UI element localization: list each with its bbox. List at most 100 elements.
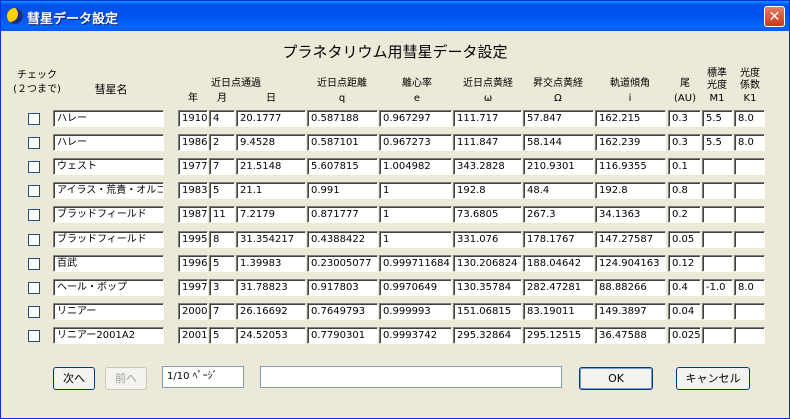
e-field[interactable]: 1 <box>379 206 452 224</box>
q-field[interactable]: 0.7649793 <box>307 302 378 320</box>
comet-name-field[interactable]: ブラッドフィールド <box>53 230 164 248</box>
comet-name-field[interactable]: ハレー <box>53 134 164 152</box>
tail-field[interactable]: 0.04 <box>668 302 701 320</box>
year-field[interactable]: 1977 <box>178 158 208 176</box>
node-field[interactable]: 282.47281 <box>523 278 594 296</box>
inclination-field[interactable]: 192.8 <box>595 182 666 200</box>
month-field[interactable]: 7 <box>209 302 235 320</box>
year-field[interactable]: 1997 <box>178 278 208 296</box>
tail-field[interactable]: 0.2 <box>668 206 701 224</box>
tail-field[interactable]: 0.025 <box>668 326 701 344</box>
node-field[interactable]: 210.9301 <box>523 158 594 176</box>
month-field[interactable]: 5 <box>209 254 235 272</box>
k1-field[interactable]: 8.0 <box>734 134 765 152</box>
select-checkbox[interactable] <box>28 185 40 198</box>
k1-field[interactable] <box>734 254 765 272</box>
m1-field[interactable]: 5.5 <box>702 110 733 127</box>
comet-name-field[interactable]: リニアー2001A2 <box>53 326 164 344</box>
e-field[interactable]: 1.004982 <box>379 158 452 176</box>
tail-field[interactable]: 0.05 <box>668 230 701 248</box>
select-checkbox[interactable] <box>28 137 40 150</box>
omega-field[interactable]: 295.32864 <box>453 326 522 344</box>
m1-field[interactable] <box>702 158 733 176</box>
comet-name-field[interactable]: ウェスト <box>53 158 164 176</box>
node-field[interactable]: 57.847 <box>523 110 594 127</box>
select-checkbox[interactable] <box>28 281 40 294</box>
comet-name-field[interactable]: ブラッドフィールド <box>53 206 164 224</box>
select-checkbox[interactable] <box>28 329 40 342</box>
e-field[interactable]: 0.9993742 <box>379 326 452 344</box>
m1-field[interactable] <box>702 206 733 224</box>
tail-field[interactable]: 0.3 <box>668 110 701 127</box>
day-field[interactable]: 31.78823 <box>236 278 306 296</box>
day-field[interactable]: 20.1777 <box>236 110 306 127</box>
comet-name-field[interactable]: ヘール・ボップ <box>53 278 164 296</box>
tail-field[interactable]: 0.4 <box>668 278 701 296</box>
e-field[interactable]: 0.999711684 <box>379 254 452 272</box>
inclination-field[interactable]: 147.27587 <box>595 230 666 248</box>
e-field[interactable]: 0.967297 <box>379 110 452 127</box>
day-field[interactable]: 21.1 <box>236 182 306 200</box>
comet-name-field[interactable]: 百武 <box>53 254 164 272</box>
node-field[interactable]: 295.12515 <box>523 326 594 344</box>
month-field[interactable]: 8 <box>209 230 235 248</box>
omega-field[interactable]: 130.206824 <box>453 254 522 272</box>
inclination-field[interactable]: 88.88266 <box>595 278 666 296</box>
tail-field[interactable]: 0.1 <box>668 158 701 176</box>
m1-field[interactable]: -1.0 <box>702 278 733 296</box>
select-checkbox[interactable] <box>28 305 40 318</box>
year-field[interactable]: 1910 <box>178 110 208 127</box>
inclination-field[interactable]: 162.239 <box>595 134 666 152</box>
day-field[interactable]: 21.5148 <box>236 158 306 176</box>
close-button[interactable]: ✕ <box>764 6 785 27</box>
select-checkbox[interactable] <box>28 209 40 222</box>
k1-field[interactable] <box>734 302 765 320</box>
comet-name-field[interactable]: リニアー <box>53 302 164 320</box>
q-field[interactable]: 0.23005077 <box>307 254 378 272</box>
day-field[interactable]: 26.16692 <box>236 302 306 320</box>
inclination-field[interactable]: 34.1363 <box>595 206 666 224</box>
tail-field[interactable]: 0.8 <box>668 182 701 200</box>
m1-field[interactable] <box>702 302 733 320</box>
q-field[interactable]: 0.917803 <box>307 278 378 296</box>
omega-field[interactable]: 192.8 <box>453 182 522 200</box>
select-checkbox[interactable] <box>28 113 40 125</box>
q-field[interactable]: 0.7790301 <box>307 326 378 344</box>
select-checkbox[interactable] <box>28 233 40 246</box>
m1-field[interactable] <box>702 326 733 344</box>
ok-button[interactable]: OK <box>579 367 653 390</box>
m1-field[interactable]: 5.5 <box>702 134 733 152</box>
day-field[interactable]: 7.2179 <box>236 206 306 224</box>
node-field[interactable]: 178.1767 <box>523 230 594 248</box>
e-field[interactable]: 1 <box>379 182 452 200</box>
k1-field[interactable] <box>734 326 765 344</box>
q-field[interactable]: 0.871777 <box>307 206 378 224</box>
q-field[interactable]: 0.587188 <box>307 110 378 127</box>
year-field[interactable]: 1996 <box>178 254 208 272</box>
cancel-button[interactable]: キャンセル <box>676 367 750 390</box>
k1-field[interactable] <box>734 158 765 176</box>
prev-page-button[interactable]: 前へ <box>105 367 147 390</box>
day-field[interactable]: 24.52053 <box>236 326 306 344</box>
comment-field[interactable] <box>260 366 562 388</box>
omega-field[interactable]: 111.717 <box>453 110 522 127</box>
omega-field[interactable]: 111.847 <box>453 134 522 152</box>
k1-field[interactable] <box>734 206 765 224</box>
inclination-field[interactable]: 124.904163 <box>595 254 666 272</box>
node-field[interactable]: 83.19011 <box>523 302 594 320</box>
m1-field[interactable] <box>702 182 733 200</box>
e-field[interactable]: 1 <box>379 230 452 248</box>
comet-name-field[interactable]: アイラス・荒貴・オルコック <box>53 182 164 200</box>
omega-field[interactable]: 331.076 <box>453 230 522 248</box>
m1-field[interactable] <box>702 254 733 272</box>
e-field[interactable]: 0.999993 <box>379 302 452 320</box>
year-field[interactable]: 1987 <box>178 206 208 224</box>
node-field[interactable]: 267.3 <box>523 206 594 224</box>
title-bar[interactable]: 彗星データ設定 ✕ <box>1 1 789 31</box>
tail-field[interactable]: 0.12 <box>668 254 701 272</box>
q-field[interactable]: 0.4388422 <box>307 230 378 248</box>
k1-field[interactable] <box>734 182 765 200</box>
e-field[interactable]: 0.967273 <box>379 134 452 152</box>
next-page-button[interactable]: 次へ <box>53 367 95 390</box>
q-field[interactable]: 0.587101 <box>307 134 378 152</box>
